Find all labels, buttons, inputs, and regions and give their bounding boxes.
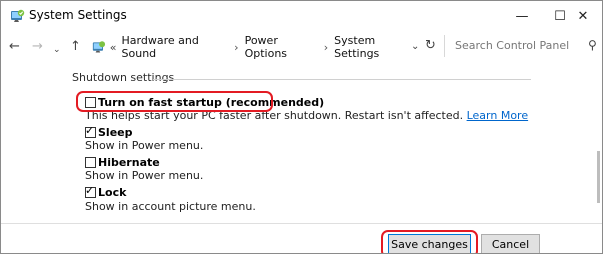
refresh-icon[interactable]: ↻ — [425, 38, 436, 53]
fast-startup-description: This helps start your PC faster after sh… — [85, 109, 528, 122]
section-divider — [153, 79, 531, 80]
save-changes-button[interactable]: Save changes — [388, 234, 471, 253]
lock-description: Show in account picture menu. — [85, 200, 256, 213]
breadcrumb-overflow[interactable]: « — [110, 41, 117, 54]
sleep-checkbox[interactable]: ✓ — [85, 124, 96, 138]
control-panel-icon — [92, 41, 106, 53]
fast-startup-checkbox[interactable] — [85, 97, 96, 108]
up-button[interactable]: ↑ — [70, 39, 81, 55]
hibernate-label[interactable]: Hibernate — [98, 156, 160, 169]
breadcrumb-system-settings[interactable]: System Settings — [334, 34, 417, 60]
search-placeholder: Search Control Panel — [455, 39, 570, 52]
address-dropdown-icon[interactable]: ⌄ — [411, 41, 419, 52]
checkmark-icon: ✓ — [85, 124, 95, 137]
hibernate-description: Show in Power menu. — [85, 169, 204, 182]
back-button[interactable]: ← — [9, 39, 20, 55]
settings-content: Shutdown settings Turn on fast startup (… — [1, 63, 602, 223]
window-title: System Settings — [29, 8, 127, 22]
minimize-button[interactable]: — — [503, 1, 541, 31]
system-settings-window: System Settings — ☐ ✕ ← → ⌄ ↑ « Hardware… — [0, 0, 603, 254]
title-bar: System Settings — ☐ ✕ — [1, 1, 602, 31]
chevron-right-icon[interactable]: › — [324, 41, 328, 54]
vertical-scrollbar[interactable] — [597, 63, 600, 223]
sleep-label[interactable]: Sleep — [98, 126, 133, 139]
hibernate-checkbox[interactable] — [85, 157, 96, 168]
scrollbar-thumb[interactable] — [597, 151, 600, 203]
breadcrumb-power-options[interactable]: Power Options — [245, 34, 318, 60]
checkmark-icon: ✓ — [85, 184, 95, 197]
address-bar-row: ← → ⌄ ↑ « Hardware and Sound › Power Opt… — [1, 31, 602, 63]
search-icon[interactable]: ⚲ — [588, 38, 597, 52]
search-input[interactable]: Search Control Panel ⚲ — [444, 35, 602, 57]
cancel-button[interactable]: Cancel — [481, 234, 540, 253]
lock-checkbox[interactable]: ✓ — [85, 184, 96, 198]
control-panel-icon — [11, 9, 25, 22]
forward-button[interactable]: → — [32, 39, 43, 55]
breadcrumb-hardware-and-sound[interactable]: Hardware and Sound — [122, 34, 229, 60]
chevron-right-icon[interactable]: › — [234, 41, 238, 54]
lock-label[interactable]: Lock — [98, 186, 126, 199]
learn-more-link[interactable]: Learn More — [467, 109, 529, 122]
close-button[interactable]: ✕ — [564, 1, 602, 31]
fast-startup-desc-text: This helps start your PC faster after sh… — [85, 109, 464, 122]
fast-startup-label[interactable]: Turn on fast startup (recommended) — [98, 96, 324, 109]
sleep-description: Show in Power menu. — [85, 139, 204, 152]
section-title: Shutdown settings — [72, 71, 175, 84]
breadcrumb[interactable]: « Hardware and Sound › Power Options › S… — [91, 34, 417, 60]
footer-bar: Save changes Cancel — [1, 223, 602, 253]
recent-locations-button[interactable]: ⌄ — [53, 42, 61, 58]
